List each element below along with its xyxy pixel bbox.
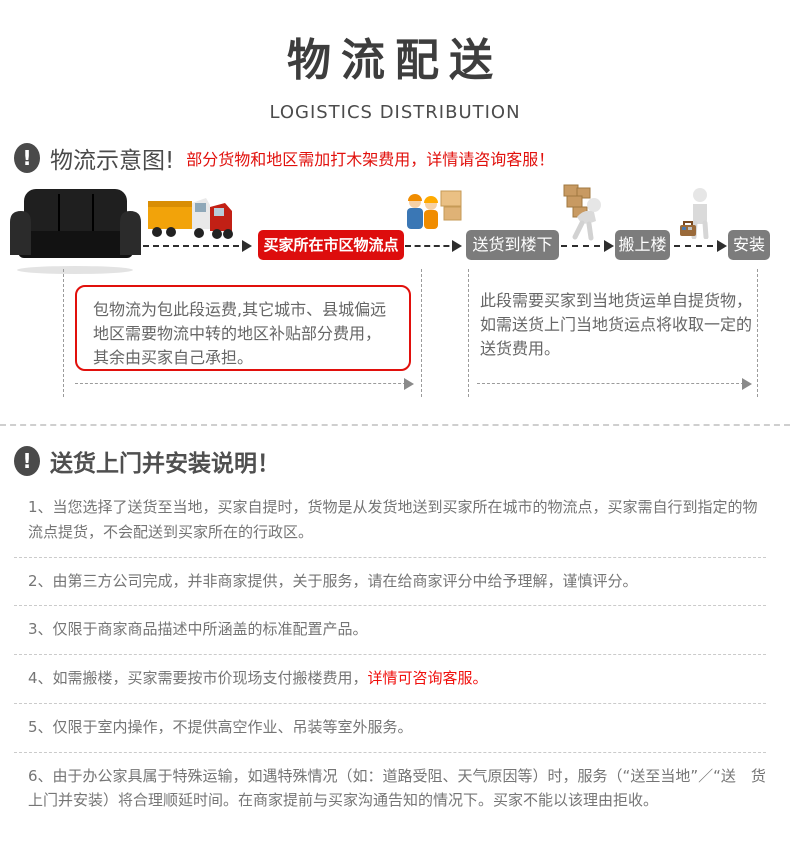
instruction-text: 5、仅限于室内操作，不提供高空作业、吊装等室外服务。 — [28, 717, 413, 736]
page-subtitle: LOGISTICS DISTRIBUTION — [269, 102, 521, 123]
instruction-item-2: 2、由第三方公司完成，并非商家提供，关于服务，请在给商家评分中给予理解，谨慎评分… — [14, 558, 766, 607]
diagram-heading-note: 部分货物和地区需加打木架费用，详情请咨询客服！ — [186, 150, 555, 169]
logistics-flow-diagram: 买家所在市区物流点 送货到楼下 搬上楼 安装 包物流为包此段运费,其它城市、县城… — [0, 179, 790, 424]
connector-line-left-start — [63, 269, 64, 397]
instruction-red-text: 详情可咨询客服。 — [367, 669, 488, 687]
flow-step-install: 安装 — [728, 230, 770, 260]
instruction-text: 1、当您选择了送货至当地，买家自提时，货物是从发货地送到买家所在城市的物流点，买… — [28, 498, 758, 541]
flow-step-carry-upstairs: 搬上楼 — [615, 230, 670, 260]
instruction-text: 2、由第三方公司完成，并非商家提供，关于服务，请在给商家评分中给予理解，谨慎评分… — [28, 571, 638, 590]
left-segment-arrow — [75, 378, 414, 390]
flow-arrow-4 — [674, 240, 727, 252]
instruction-item-4: 4、如需搬楼，买家需要按市价现场支付搬楼费用，详情可咨询客服。 — [14, 655, 766, 704]
pickup-note-text: 此段需要买家到当地货运单自提货物，如需送货上门当地货运点将收取一定的送货费用。 — [480, 291, 753, 358]
flow-step-deliver-downstairs: 送货到楼下 — [466, 230, 559, 260]
flow-arrow-1 — [143, 240, 252, 252]
shipping-note-box: 包物流为包此段运费,其它城市、县城偏远地区需要物流中转的地区补贴部分费用，其余由… — [75, 285, 411, 371]
installer-with-toolbox-icon — [678, 187, 716, 239]
sofa-image — [8, 185, 143, 275]
instruction-item-1: 1、当您选择了送货至当地，买家自提时，货物是从发货地送到买家所在城市的物流点，买… — [14, 484, 766, 558]
exclamation-icon: ! — [14, 143, 40, 173]
instruction-item-5: 5、仅限于室内操作，不提供高空作业、吊装等室外服务。 — [14, 704, 766, 753]
flow-arrow-3 — [561, 240, 614, 252]
diagram-heading: 物流示意图! — [50, 148, 175, 174]
connector-line-left-end — [421, 269, 422, 397]
logistics-distribution-page: 物流配送 LOGISTICS DISTRIBUTION ! 物流示意图! 部分货… — [0, 0, 790, 851]
delivery-workers-icon — [403, 189, 465, 237]
instruction-item-3: 3、仅限于商家商品描述中所涵盖的标准配置产品。 — [14, 606, 766, 655]
connector-line-right-end — [757, 269, 758, 397]
right-segment-arrow — [477, 378, 752, 390]
diagram-heading-row: ! 物流示意图! 部分货物和地区需加打木架费用，详情请咨询客服！ — [0, 141, 790, 175]
flow-arrow-2 — [405, 240, 462, 252]
page-title: 物流配送 — [287, 35, 503, 86]
exclamation-icon: ! — [14, 446, 40, 476]
instruction-text: 6、由于办公家具属于特殊运输，如遇特殊情况（如：道路受阻、天气原因等）时，服务（… — [28, 766, 766, 810]
instruction-item-6: 6、由于办公家具属于特殊运输，如遇特殊情况（如：道路受阻、天气原因等）时，服务（… — [14, 753, 766, 826]
title-block: 物流配送 LOGISTICS DISTRIBUTION — [0, 0, 790, 123]
connector-line-right-start — [468, 269, 469, 397]
installation-instructions-section: ! 送货上门并安装说明！ 1、当您选择了送货至当地，买家自提时，货物是从发货地送… — [0, 444, 790, 851]
section-divider — [0, 424, 790, 426]
instructions-heading-row: ! 送货上门并安装说明！ — [14, 444, 766, 478]
flow-step-logistics-point: 买家所在市区物流点 — [258, 230, 404, 260]
instruction-text: 4、如需搬楼，买家需要按市价现场支付搬楼费用， — [28, 669, 368, 687]
instructions-heading: 送货上门并安装说明！ — [50, 451, 280, 477]
instruction-text: 3、仅限于商家商品描述中所涵盖的标准配置产品。 — [28, 620, 368, 639]
porter-carrying-boxes-icon — [560, 183, 608, 241]
trucks-icon — [147, 189, 239, 247]
